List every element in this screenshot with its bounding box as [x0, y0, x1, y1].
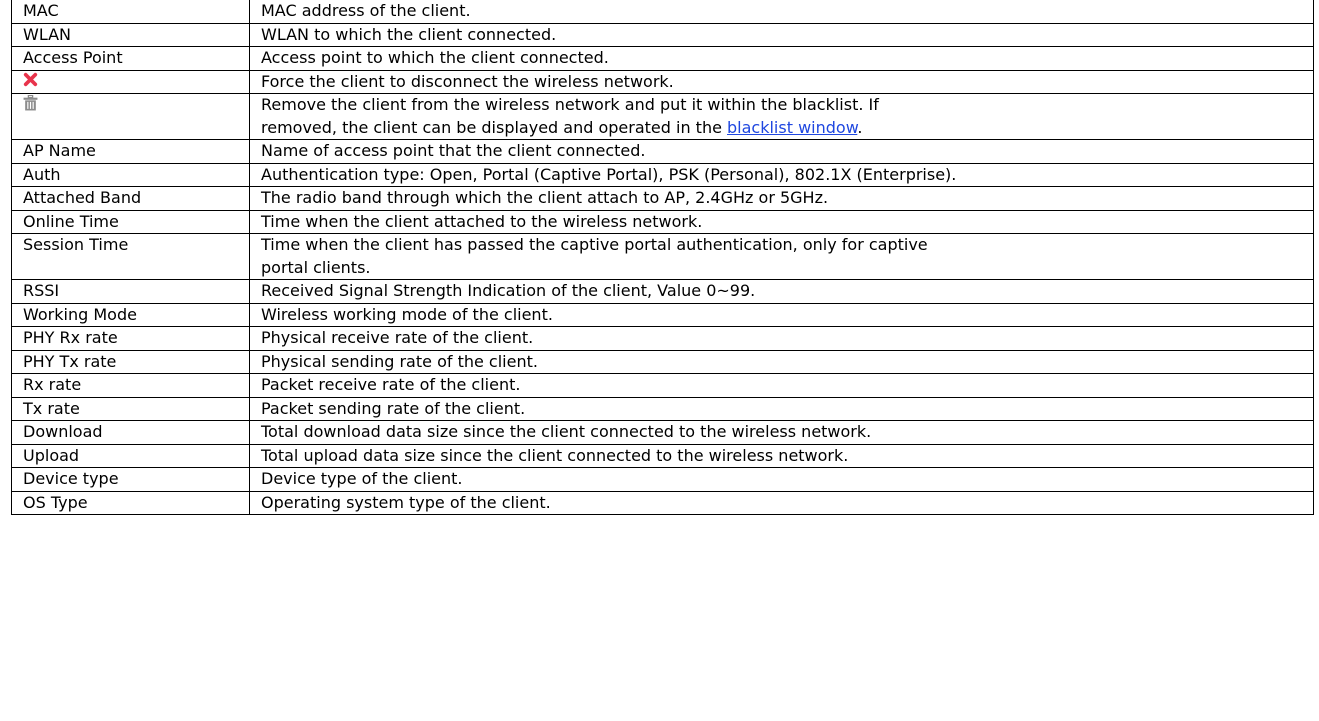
field-description: Force the client to disconnect the wirel…: [249, 69, 1314, 95]
table-row: PHY Rx rate Physical receive rate of the…: [11, 326, 1314, 351]
close-icon: [23, 71, 38, 93]
field-description: Access point to which the client connect…: [249, 46, 1314, 71]
table-row: Working Mode Wireless working mode of th…: [11, 302, 1314, 328]
field-name: OS Type: [11, 490, 250, 516]
table-row: OS Type Operating system type of the cli…: [11, 490, 1314, 516]
table-row: RSSI Received Signal Strength Indication…: [11, 279, 1314, 304]
field-description: The radio band through which the client …: [249, 186, 1314, 211]
field-icon-cell: [11, 93, 250, 141]
field-name: WLAN: [11, 22, 250, 47]
field-name: Working Mode: [11, 302, 250, 328]
field-description-table: MAC MAC address of the client. WLAN WLAN…: [11, 0, 1314, 516]
table-row: WLAN WLAN to which the client connected.: [11, 22, 1314, 47]
field-name: Device type: [11, 467, 250, 492]
field-description: WLAN to which the client connected.: [249, 22, 1314, 47]
blacklist-window-link[interactable]: blacklist window: [727, 118, 857, 137]
field-description: Total upload data size since the client …: [249, 443, 1314, 469]
field-name: AP Name: [11, 139, 250, 164]
field-description: Name of access point that the client con…: [249, 139, 1314, 164]
field-name: Online Time: [11, 209, 250, 235]
table-row: Rx rate Packet receive rate of the clien…: [11, 373, 1314, 398]
field-description: Operating system type of the client.: [249, 490, 1314, 516]
table-row: Attached Band The radio band through whi…: [11, 186, 1314, 211]
field-description: Time when the client has passed the capt…: [249, 233, 1314, 281]
table-row: Remove the client from the wireless netw…: [11, 93, 1314, 141]
table-row: Upload Total upload data size since the …: [11, 443, 1314, 469]
description-line: portal clients.: [261, 257, 371, 277]
field-name: Download: [11, 420, 250, 445]
field-name: Upload: [11, 443, 250, 469]
field-name: Session Time: [11, 233, 250, 281]
table-row: AP Name Name of access point that the cl…: [11, 139, 1314, 164]
field-name: PHY Rx rate: [11, 326, 250, 351]
field-description: MAC address of the client.: [249, 0, 1314, 24]
table-row: Online Time Time when the client attache…: [11, 209, 1314, 235]
field-description: Remove the client from the wireless netw…: [249, 93, 1314, 141]
field-name: Attached Band: [11, 186, 250, 211]
field-description: Physical sending rate of the client.: [249, 349, 1314, 375]
table-row: PHY Tx rate Physical sending rate of the…: [11, 349, 1314, 375]
trash-icon: [23, 94, 38, 117]
table-row: Force the client to disconnect the wirel…: [11, 69, 1314, 95]
table-row: Auth Authentication type: Open, Portal (…: [11, 162, 1314, 188]
field-icon-cell: [11, 69, 250, 95]
description-line: Remove the client from the wireless netw…: [261, 95, 879, 115]
field-name: Rx rate: [11, 373, 250, 398]
field-name: Auth: [11, 162, 250, 188]
field-description: Total download data size since the clien…: [249, 420, 1314, 445]
description-text: .: [857, 117, 863, 137]
field-name: Access Point: [11, 46, 250, 71]
field-name: PHY Tx rate: [11, 349, 250, 375]
field-description: Device type of the client.: [249, 467, 1314, 492]
field-name: RSSI: [11, 279, 250, 304]
description-line: Time when the client has passed the capt…: [261, 235, 928, 255]
table-row: Access Point Access point to which the c…: [11, 46, 1314, 71]
field-description: Time when the client attached to the wir…: [249, 209, 1314, 235]
table-row: Tx rate Packet sending rate of the clien…: [11, 396, 1314, 422]
field-name: Tx rate: [11, 396, 250, 422]
table-row: MAC MAC address of the client.: [11, 0, 1314, 24]
field-description: Authentication type: Open, Portal (Capti…: [249, 162, 1314, 188]
field-description: Wireless working mode of the client.: [249, 302, 1314, 328]
table-row: Device type Device type of the client.: [11, 467, 1314, 492]
field-description: Packet sending rate of the client.: [249, 396, 1314, 422]
field-description: Packet receive rate of the client.: [249, 373, 1314, 398]
table-row: Download Total download data size since …: [11, 420, 1314, 445]
field-description: Physical receive rate of the client.: [249, 326, 1314, 351]
field-description: Received Signal Strength Indication of t…: [249, 279, 1314, 304]
table-row: Session Time Time when the client has pa…: [11, 233, 1314, 281]
field-name: MAC: [11, 0, 250, 24]
description-line: removed, the client can be displayed and…: [261, 117, 1305, 139]
description-text: removed, the client can be displayed and…: [261, 117, 728, 137]
